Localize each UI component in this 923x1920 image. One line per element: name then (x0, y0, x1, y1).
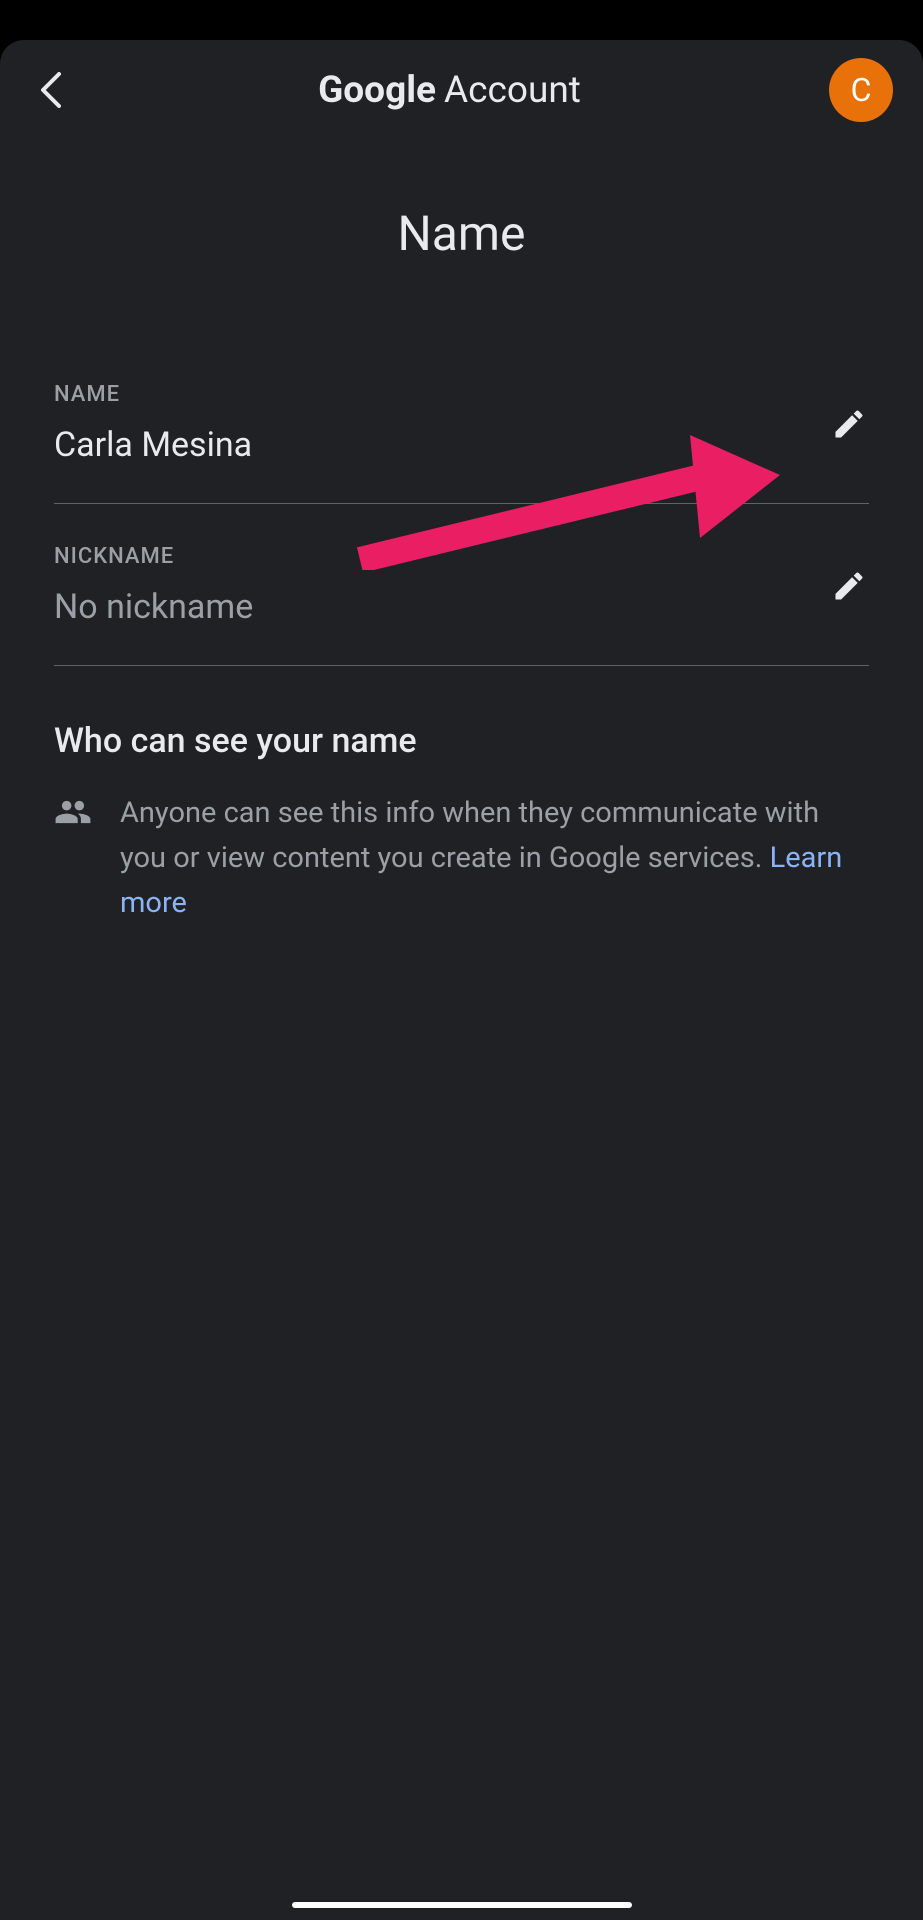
visibility-info-row: Anyone can see this info when they commu… (54, 791, 869, 926)
app-screen: Google Account C Name NAME Carla Mesina … (0, 40, 923, 1920)
visibility-info-text: Anyone can see this info when they commu… (120, 791, 869, 926)
header-title: Google Account (318, 69, 581, 112)
people-icon (54, 793, 92, 831)
content: NAME Carla Mesina NICKNAME No nickname W… (0, 382, 923, 926)
back-button[interactable] (30, 70, 70, 110)
name-value: Carla Mesina (54, 425, 869, 465)
nickname-value: No nickname (54, 587, 869, 627)
header-title-brand: Google (318, 69, 436, 112)
avatar-initial: C (851, 71, 872, 109)
home-indicator[interactable] (292, 1902, 632, 1908)
visibility-section-title: Who can see your name (54, 721, 869, 761)
header-title-section: Account (444, 69, 581, 112)
chevron-left-icon (39, 72, 61, 108)
pencil-icon (831, 406, 867, 442)
page-title: Name (0, 205, 923, 262)
name-label: NAME (54, 382, 869, 407)
nickname-field-group: NICKNAME No nickname (54, 544, 869, 666)
edit-name-button[interactable] (829, 404, 869, 444)
name-field-group: NAME Carla Mesina (54, 382, 869, 504)
avatar[interactable]: C (829, 58, 893, 122)
nickname-label: NICKNAME (54, 544, 869, 569)
edit-nickname-button[interactable] (829, 566, 869, 606)
header: Google Account C (0, 40, 923, 140)
visibility-info-prefix: Anyone can see this info when they commu… (120, 796, 819, 875)
pencil-icon (831, 568, 867, 604)
